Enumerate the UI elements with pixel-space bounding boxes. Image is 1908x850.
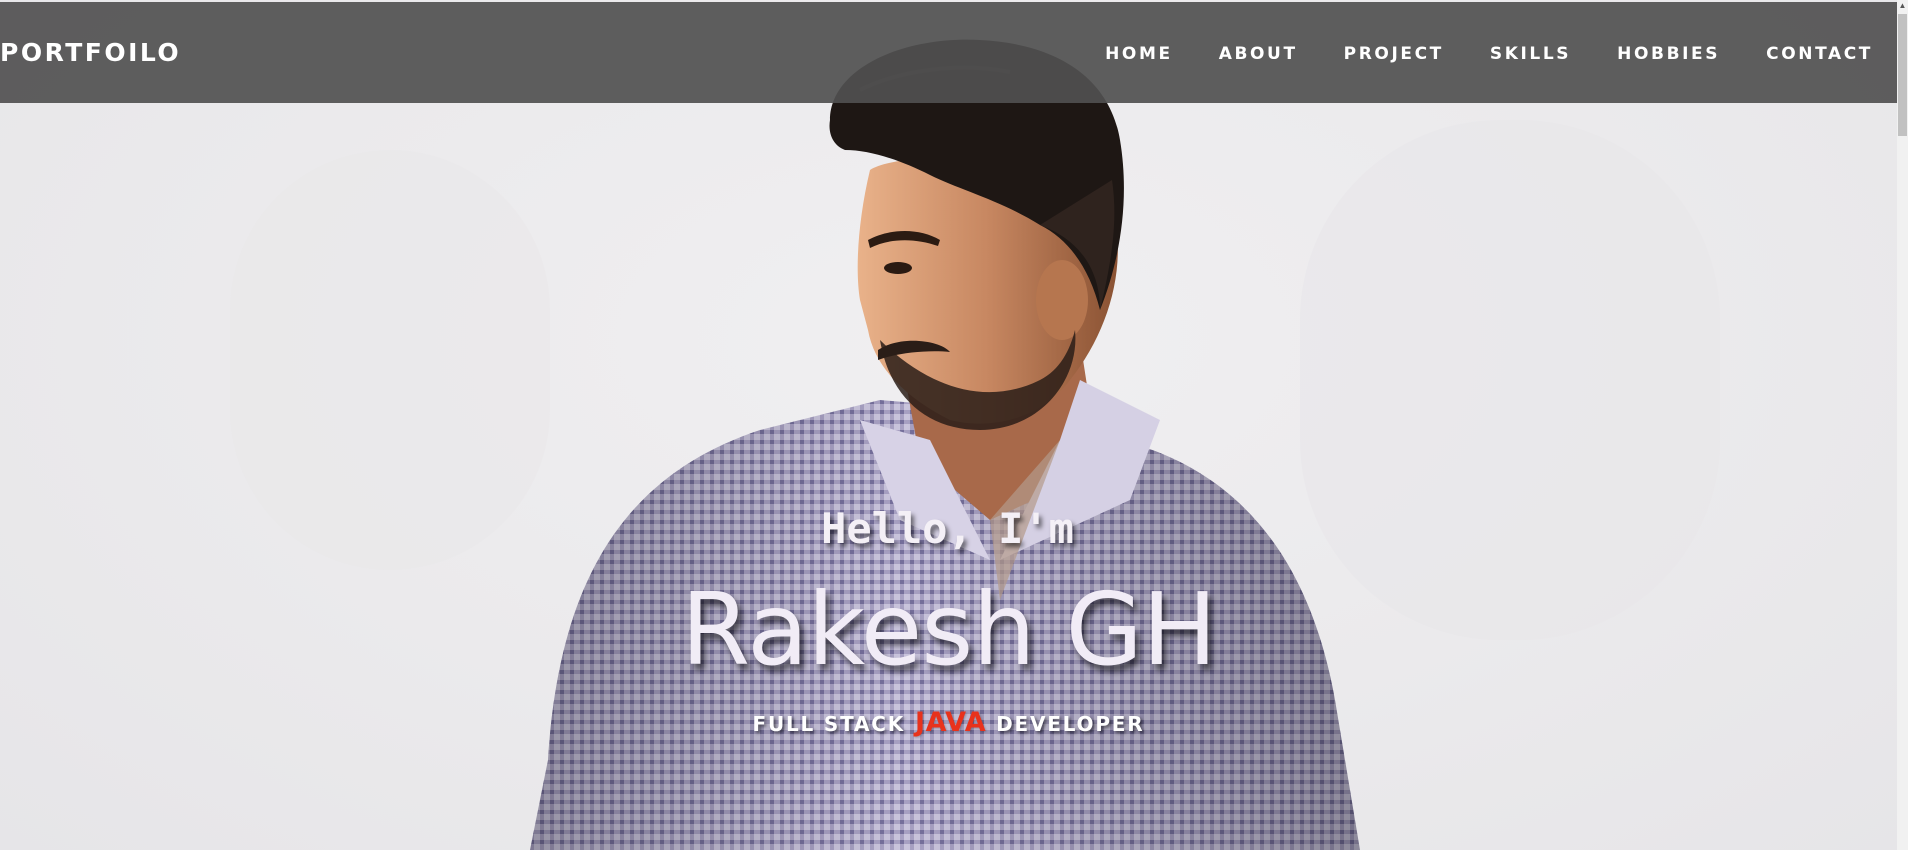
- nav-link-about[interactable]: ABOUT: [1219, 42, 1298, 66]
- page-scrollbar[interactable]: ▲: [1897, 0, 1908, 850]
- hero-portrait-image: [230, 39, 1720, 850]
- nav-link-home[interactable]: HOME: [1105, 42, 1173, 66]
- nav-link-hobbies[interactable]: HOBBIES: [1617, 42, 1720, 66]
- scrollbar-thumb[interactable]: [1898, 14, 1907, 136]
- nav-menu: HOME ABOUT PROJECT SKILLS HOBBIES CONTAC…: [1059, 42, 1873, 66]
- nav-link-contact[interactable]: CONTACT: [1766, 42, 1873, 66]
- top-navbar: PORTFOILO HOME ABOUT PROJECT SKILLS HOBB…: [0, 2, 1897, 103]
- brand-logo[interactable]: PORTFOILO: [0, 38, 181, 68]
- nav-link-project[interactable]: PROJECT: [1344, 42, 1444, 66]
- hero-page: PORTFOILO HOME ABOUT PROJECT SKILLS HOBB…: [0, 0, 1908, 850]
- scroll-up-arrow-icon[interactable]: ▲: [1897, 0, 1908, 12]
- nav-link-skills[interactable]: SKILLS: [1490, 42, 1571, 66]
